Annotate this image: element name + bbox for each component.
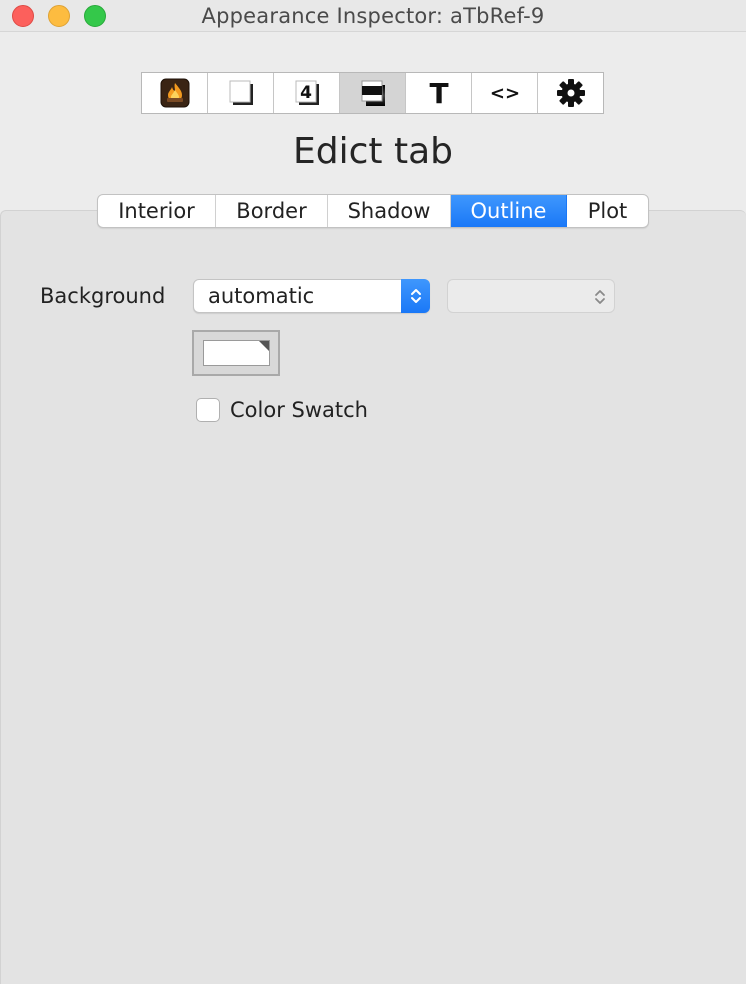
tinderbox-flame-icon — [160, 78, 189, 108]
gear-icon — [556, 79, 585, 107]
background-color-well[interactable] — [192, 330, 280, 376]
tab-interior[interactable]: Interior — [98, 195, 216, 227]
code-icon-glyph: <> — [489, 83, 519, 104]
toolbar-button-shadow[interactable] — [340, 73, 406, 113]
color-well-corner-icon — [259, 341, 269, 351]
tab-plot[interactable]: Plot — [567, 195, 648, 227]
toolbar-button-settings[interactable] — [538, 73, 603, 113]
popup-stepper-icon — [401, 279, 430, 313]
inspector-icon-toolbar: 4 T <> — [141, 72, 604, 114]
code-angle-icon: <> — [489, 83, 519, 104]
window-title: Appearance Inspector: aTbRef-9 — [201, 4, 545, 28]
background-popup-value: automatic — [208, 284, 315, 308]
content-panel — [0, 210, 746, 984]
background-popup[interactable]: automatic — [193, 279, 430, 313]
inspector-tabs: Interior Border Shadow Outline Plot — [97, 194, 649, 228]
toolbar-button-code[interactable]: <> — [472, 73, 538, 113]
toolbar-button-general[interactable] — [142, 73, 208, 113]
color-swatch-checkbox[interactable] — [196, 398, 220, 422]
toolbar-button-text[interactable]: T — [406, 73, 472, 113]
text-icon: T — [429, 78, 448, 108]
background-label: Background — [40, 284, 166, 308]
badge-number-icon: 4 — [295, 80, 319, 105]
toolbar-button-badge[interactable]: 4 — [274, 73, 340, 113]
color-swatch-preview — [203, 340, 270, 366]
tab-shadow[interactable]: Shadow — [328, 195, 451, 227]
tab-outline[interactable]: Outline — [451, 195, 567, 227]
tab-border[interactable]: Border — [216, 195, 328, 227]
shadow-box-icon — [361, 80, 385, 106]
background-secondary-popup[interactable] — [447, 279, 615, 313]
appearance-inspector-window: Appearance Inspector: aTbRef-9 4 T <> Ed… — [0, 0, 746, 984]
popup-stepper-icon — [592, 286, 608, 308]
toolbar-button-note[interactable] — [208, 73, 274, 113]
title-bar: Appearance Inspector: aTbRef-9 — [0, 0, 746, 32]
badge-number-glyph: 4 — [300, 83, 312, 103]
inspector-heading: Edict tab — [293, 131, 453, 172]
text-icon-glyph: T — [429, 78, 448, 108]
color-swatch-label[interactable]: Color Swatch — [230, 398, 368, 422]
note-shape-icon — [229, 80, 253, 105]
